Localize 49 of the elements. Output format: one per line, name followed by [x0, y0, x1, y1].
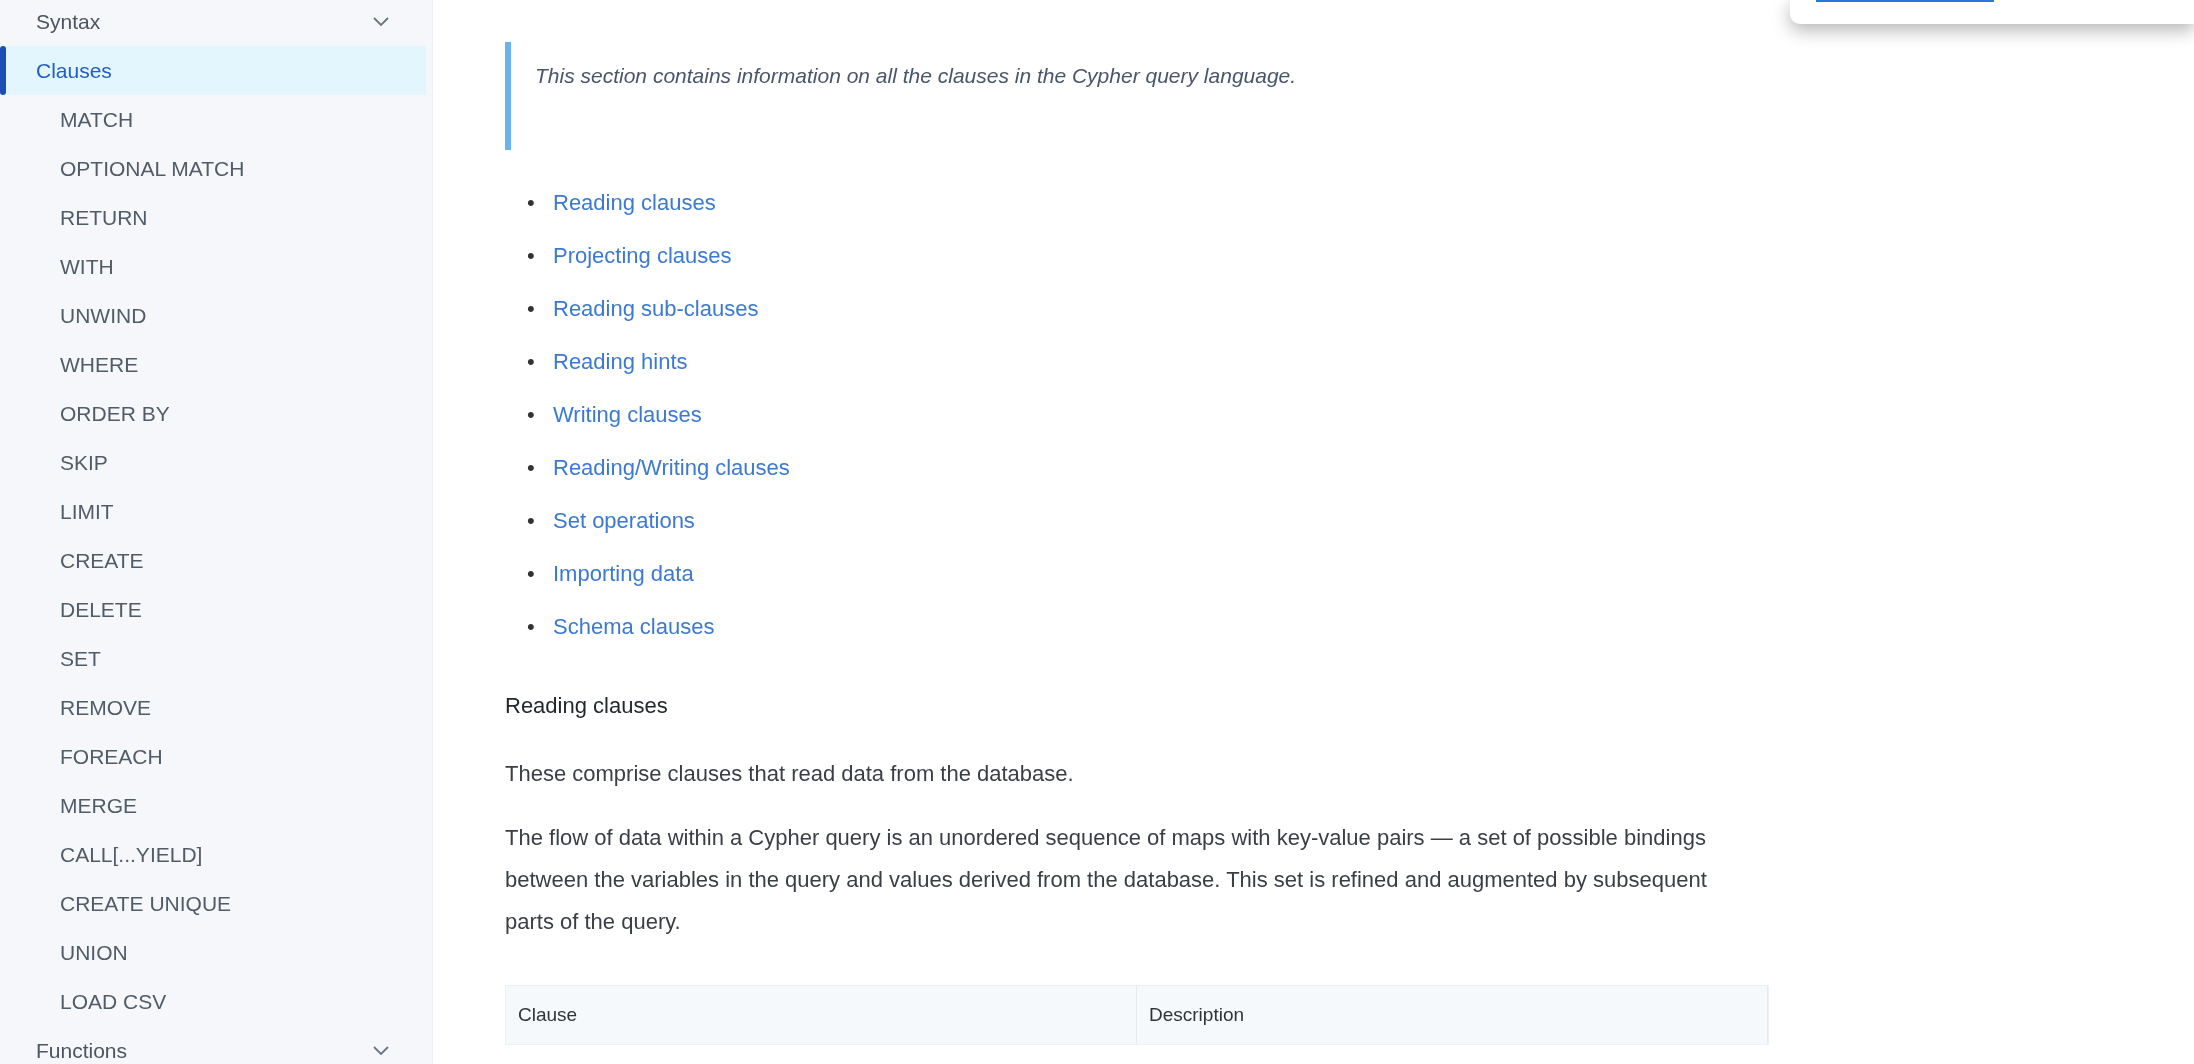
bullet-marker: •: [527, 296, 536, 323]
bullet-marker: •: [527, 349, 536, 376]
sidebar-subitem[interactable]: ORDER BY: [0, 389, 426, 438]
section-link[interactable]: Set operations: [553, 508, 695, 561]
section-link[interactable]: Reading sub-clauses: [553, 296, 759, 349]
table-header-cell: Description: [1137, 986, 1768, 1044]
sidebar-subitem[interactable]: SET: [0, 634, 426, 683]
bullet-marker: •: [527, 508, 536, 535]
sidebar-item[interactable]: Syntax: [0, 0, 426, 46]
section-link[interactable]: Reading/Writing clauses: [553, 455, 790, 508]
button-edge[interactable]: [1816, 0, 1994, 2]
chevron-down-icon: [372, 1044, 390, 1057]
sidebar-subitem[interactable]: OPTIONAL MATCH: [0, 144, 426, 193]
sidebar-item[interactable]: Clauses: [0, 46, 426, 95]
sidebar-subitem[interactable]: MERGE: [0, 781, 426, 830]
paragraph: These comprise clauses that read data from the database.: [505, 760, 1075, 788]
section-link[interactable]: Projecting clauses: [553, 243, 732, 296]
section-link[interactable]: Reading hints: [553, 349, 688, 402]
table-header-cell: Clause: [506, 986, 1137, 1044]
bullet-marker: •: [527, 614, 536, 641]
sidebar-subitem[interactable]: CREATE UNIQUE: [0, 879, 426, 928]
sidebar-subitem[interactable]: FOREACH: [0, 732, 426, 781]
sidebar-subitem[interactable]: UNWIND: [0, 291, 426, 340]
bullet-marker: •: [527, 190, 536, 217]
sidebar-subitem[interactable]: UNION: [0, 928, 426, 977]
chevron-down-icon: [372, 15, 390, 28]
section-link[interactable]: Importing data: [553, 561, 694, 614]
sidebar-subitem[interactable]: WITH: [0, 242, 426, 291]
section-link[interactable]: Schema clauses: [553, 614, 715, 667]
sidebar-subitem[interactable]: RETURN: [0, 193, 426, 242]
sidebar-subitem[interactable]: WHERE: [0, 340, 426, 389]
sidebar-subitem[interactable]: LOAD CSV: [0, 977, 426, 1026]
bullet-marker: •: [527, 455, 536, 482]
sidebar-subitem[interactable]: MATCH: [0, 95, 426, 144]
sidebar-subitem[interactable]: CALL[...YIELD]: [0, 830, 426, 879]
sidebar-subitem[interactable]: SKIP: [0, 438, 426, 487]
section-link[interactable]: Reading clauses: [553, 190, 716, 243]
bullet-marker: •: [527, 243, 536, 270]
sidebar-subitem[interactable]: LIMIT: [0, 487, 426, 536]
sidebar-subitem[interactable]: DELETE: [0, 585, 426, 634]
intro-quote: This section contains information on all the clauses in the Cypher query language.: [505, 42, 1735, 150]
paragraph: The flow of data within a Cypher query is an unordered sequence of maps with key-value pairs — a set of possible bindings between the variables in the query and values derived from the database. This set is refined and augmented by subsequent parts of the query.: [505, 824, 1708, 936]
section-heading: Reading clauses: [505, 693, 669, 719]
bullet-marker: •: [527, 561, 536, 588]
sidebar-subitem[interactable]: REMOVE: [0, 683, 426, 732]
sidebar-subitem[interactable]: CREATE: [0, 536, 426, 585]
section-link[interactable]: Writing clauses: [553, 402, 702, 455]
bullet-marker: •: [527, 402, 536, 429]
sidebar-item[interactable]: Functions: [0, 1026, 426, 1064]
